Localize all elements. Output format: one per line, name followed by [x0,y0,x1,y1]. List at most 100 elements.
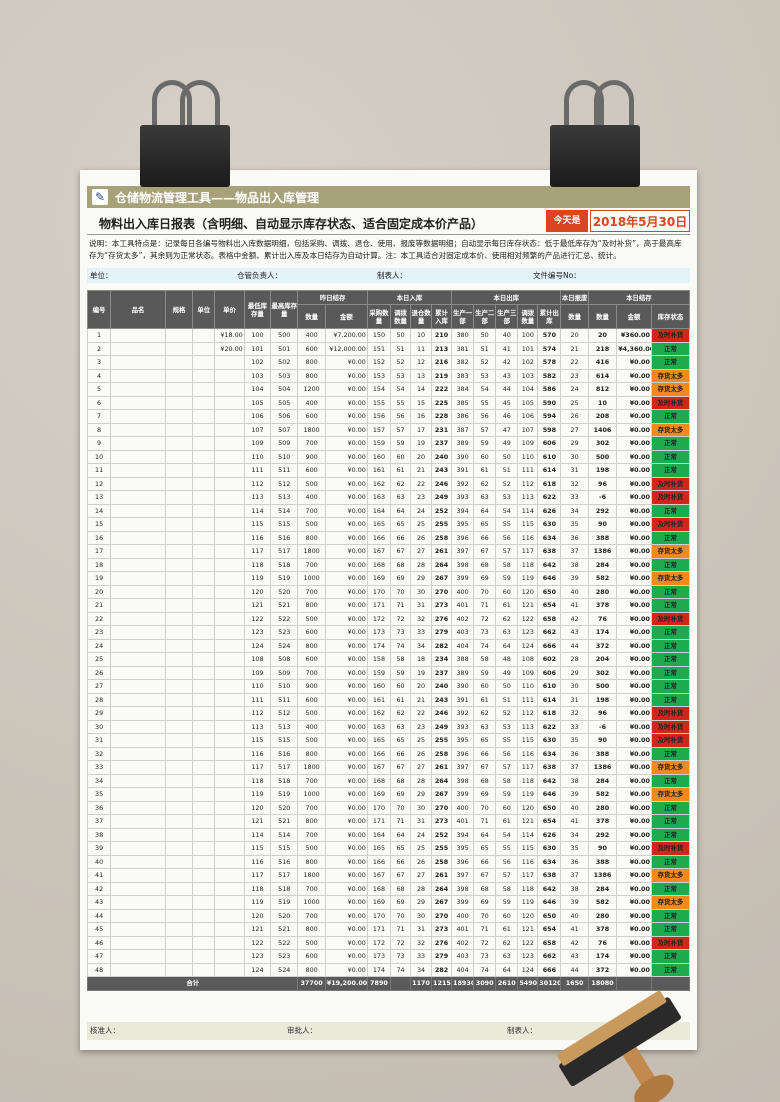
table-cell: 52 [390,355,411,370]
table-cell: ¥0.00 [324,800,368,815]
table-row: 36 120 520 700 ¥0.00 170 70 30 270 400 70 60 120 650 4… [86,800,691,815]
table-cell: 113 [517,490,539,505]
table-cell: 25 [560,395,589,410]
table-cell [164,692,194,707]
status-badge: 正常 [650,800,691,815]
table-cell [110,746,166,761]
table-cell: 96 [587,706,618,721]
table-cell: 64 [495,638,519,653]
table-cell: 700 [297,908,326,923]
table-cell: 112 [517,706,539,721]
table-cell [214,449,245,464]
table-cell: 27 [409,760,433,775]
table-cell: 29 [409,787,433,802]
table-cell: 222 [431,382,453,397]
table-cell: 255 [431,517,453,532]
table-cell: 116 [243,854,272,869]
table-cell: 67 [390,760,411,775]
th-in: 本日入库 [366,290,453,305]
table-row: 32 116 516 800 ¥0.00 166 66 26 258 396 66 56 116 634 3… [86,746,691,761]
table-cell [214,490,245,505]
table-cell: 118 [517,557,539,572]
table-cell: 34 [86,773,112,788]
table-cell [110,665,166,680]
table-cell: 218 [587,341,618,356]
table-cell: 35 [560,517,589,532]
table-cell: 43 [495,368,519,383]
table-cell: ¥0.00 [616,544,652,559]
table-cell: 267 [431,895,453,910]
table-cell: 401 [451,922,475,937]
status-badge: 及时补货 [650,328,691,343]
table-cell: 71 [473,922,497,937]
table-cell: 53 [495,490,519,505]
table-cell: 110 [517,449,539,464]
table-cell: 700 [297,800,326,815]
table-cell: 112 [243,706,272,721]
total-prev-amt: ¥19,200.00 [324,976,368,991]
table-cell: ¥0.00 [324,719,368,734]
table-cell: 46 [495,409,519,424]
table-cell: 606 [537,436,562,451]
table-cell: 21 [86,598,112,613]
table-cell: 69 [390,895,411,910]
table-cell: 29 [409,571,433,586]
table-cell: 73 [390,625,411,640]
table-cell: -6 [587,719,618,734]
table-cell: 654 [537,598,562,613]
table-cell [214,409,245,424]
table-cell [110,382,166,397]
table-cell: 650 [537,584,562,599]
table-cell: 28 [409,773,433,788]
table-cell: 174 [587,625,618,640]
table-cell: 25 [409,517,433,532]
table-cell: 67 [473,868,497,883]
table-cell: 109 [243,436,272,451]
table-cell [192,625,216,640]
table-cell: 31 [409,598,433,613]
table-cell: 37 [560,868,589,883]
table-cell [164,827,194,842]
table-cell: ¥0.00 [324,679,368,694]
table-cell: 610 [537,679,562,694]
table-cell [110,463,166,478]
status-badge: 正常 [650,530,691,545]
check-label: 核准人： [90,1026,120,1035]
table-cell [110,328,166,343]
table-cell: 237 [431,436,453,451]
table-cell: ¥0.00 [616,773,652,788]
table-cell: 1800 [297,544,326,559]
table-row: 30 113 513 400 ¥0.00 163 63 23 249 393 63 53 113 622 3… [86,719,691,734]
table-cell: 26 [560,409,589,424]
table-cell [192,530,216,545]
table-cell: 54 [495,503,519,518]
table-cell: 800 [297,355,326,370]
table-cell: 121 [243,922,272,937]
table-cell: ¥0.00 [324,652,368,667]
th-prev: 昨日结存 [297,290,368,305]
table-cell: 524 [270,638,299,653]
table-cell [110,422,166,437]
table-cell: 65 [390,517,411,532]
table-cell [110,773,166,788]
table-cell [192,557,216,572]
table-cell: 19 [409,665,433,680]
table-cell: 31 [560,463,589,478]
table-cell [110,598,166,613]
table-cell: 32 [409,935,433,950]
table-cell: 58 [495,557,519,572]
th-buy: 采购数量 [366,304,392,329]
table-cell: 1800 [297,868,326,883]
table-cell: 270 [431,800,453,815]
table-cell: 500 [297,706,326,721]
table-cell: 396 [451,746,475,761]
table-cell: 106 [243,409,272,424]
table-cell [164,895,194,910]
table-cell: 273 [431,598,453,613]
table-cell: ¥0.00 [324,665,368,680]
table-cell: 284 [587,881,618,896]
table-cell: 400 [297,490,326,505]
table-cell: 90 [587,517,618,532]
table-cell [192,868,216,883]
table-cell: ¥0.00 [324,611,368,626]
